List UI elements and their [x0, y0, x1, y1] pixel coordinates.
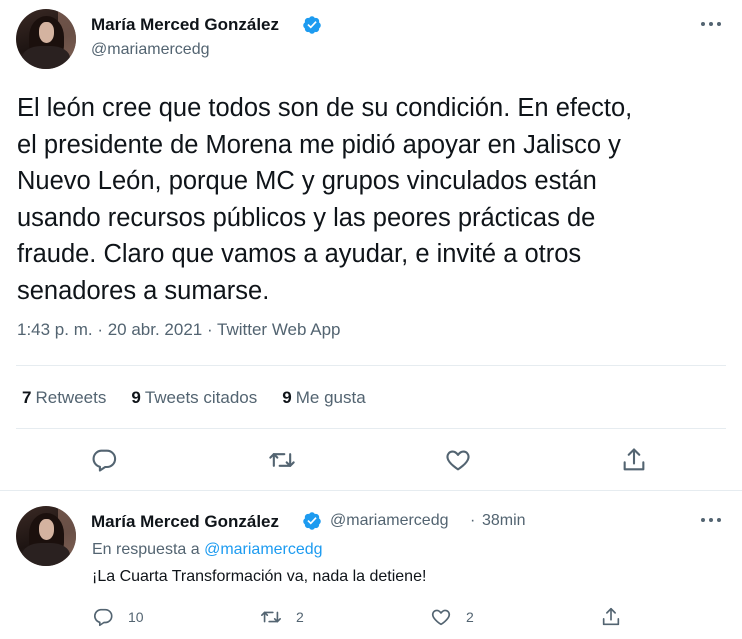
reply-icon[interactable] — [90, 446, 118, 474]
reply-author-handle[interactable]: @mariamercedg — [330, 512, 449, 530]
verified-icon — [303, 512, 321, 530]
share-button[interactable] — [600, 606, 622, 628]
retweet-count: 2 — [296, 609, 304, 625]
reply-to-prefix: En respuesta a — [92, 541, 200, 558]
reply-time[interactable]: 38min — [482, 512, 526, 530]
author-name[interactable]: María Merced González — [91, 15, 279, 35]
like-icon — [431, 609, 451, 626]
share-icon[interactable] — [620, 446, 648, 474]
retweet-button[interactable]: 2 — [260, 606, 304, 628]
like-button[interactable]: 2 — [430, 606, 474, 628]
retweets-count: 7 — [22, 388, 32, 407]
retweet-icon — [261, 611, 281, 623]
likes-label: Me gusta — [295, 388, 366, 407]
reply-separator: · — [470, 512, 476, 529]
reply-tweet-text: ¡La Cuarta Transformación va, nada la de… — [92, 568, 427, 585]
retweets-label: Retweets — [35, 388, 107, 407]
reply-button[interactable]: 10 — [92, 606, 144, 628]
reply-to-line: En respuesta a @mariamercedg — [92, 541, 323, 559]
quotes-stat[interactable]: 9 Tweets citados — [131, 388, 257, 408]
divider — [16, 365, 726, 366]
likes-stat[interactable]: 9 Me gusta — [282, 388, 365, 408]
reply-icon — [94, 608, 113, 627]
tweet-text: El león cree que todos son de su condici… — [17, 94, 633, 305]
divider — [0, 490, 742, 491]
share-icon — [602, 607, 620, 626]
tweet-meta[interactable]: 1:43 p. m. · 20 abr. 2021 · Twitter Web … — [17, 320, 341, 340]
reply-author-name[interactable]: María Merced González — [91, 512, 279, 532]
verified-icon — [303, 16, 321, 34]
reply-author-avatar[interactable] — [16, 506, 76, 566]
more-icon[interactable] — [699, 510, 723, 530]
quotes-count: 9 — [131, 388, 141, 407]
author-handle[interactable]: @mariamercedg — [91, 41, 210, 59]
reply-to-handle-link[interactable]: @mariamercedg — [204, 541, 323, 558]
more-icon[interactable] — [699, 14, 723, 34]
likes-count: 9 — [282, 388, 292, 407]
author-avatar[interactable] — [16, 9, 76, 69]
reply-count: 10 — [128, 609, 144, 625]
quotes-label: Tweets citados — [144, 388, 258, 407]
like-icon[interactable] — [444, 446, 472, 474]
divider — [16, 428, 726, 429]
like-count: 2 — [466, 609, 474, 625]
tweet-stats: 7 Retweets 9 Tweets citados 9 Me gusta — [22, 388, 366, 408]
retweet-icon[interactable] — [268, 446, 296, 474]
retweets-stat[interactable]: 7 Retweets — [22, 388, 106, 408]
